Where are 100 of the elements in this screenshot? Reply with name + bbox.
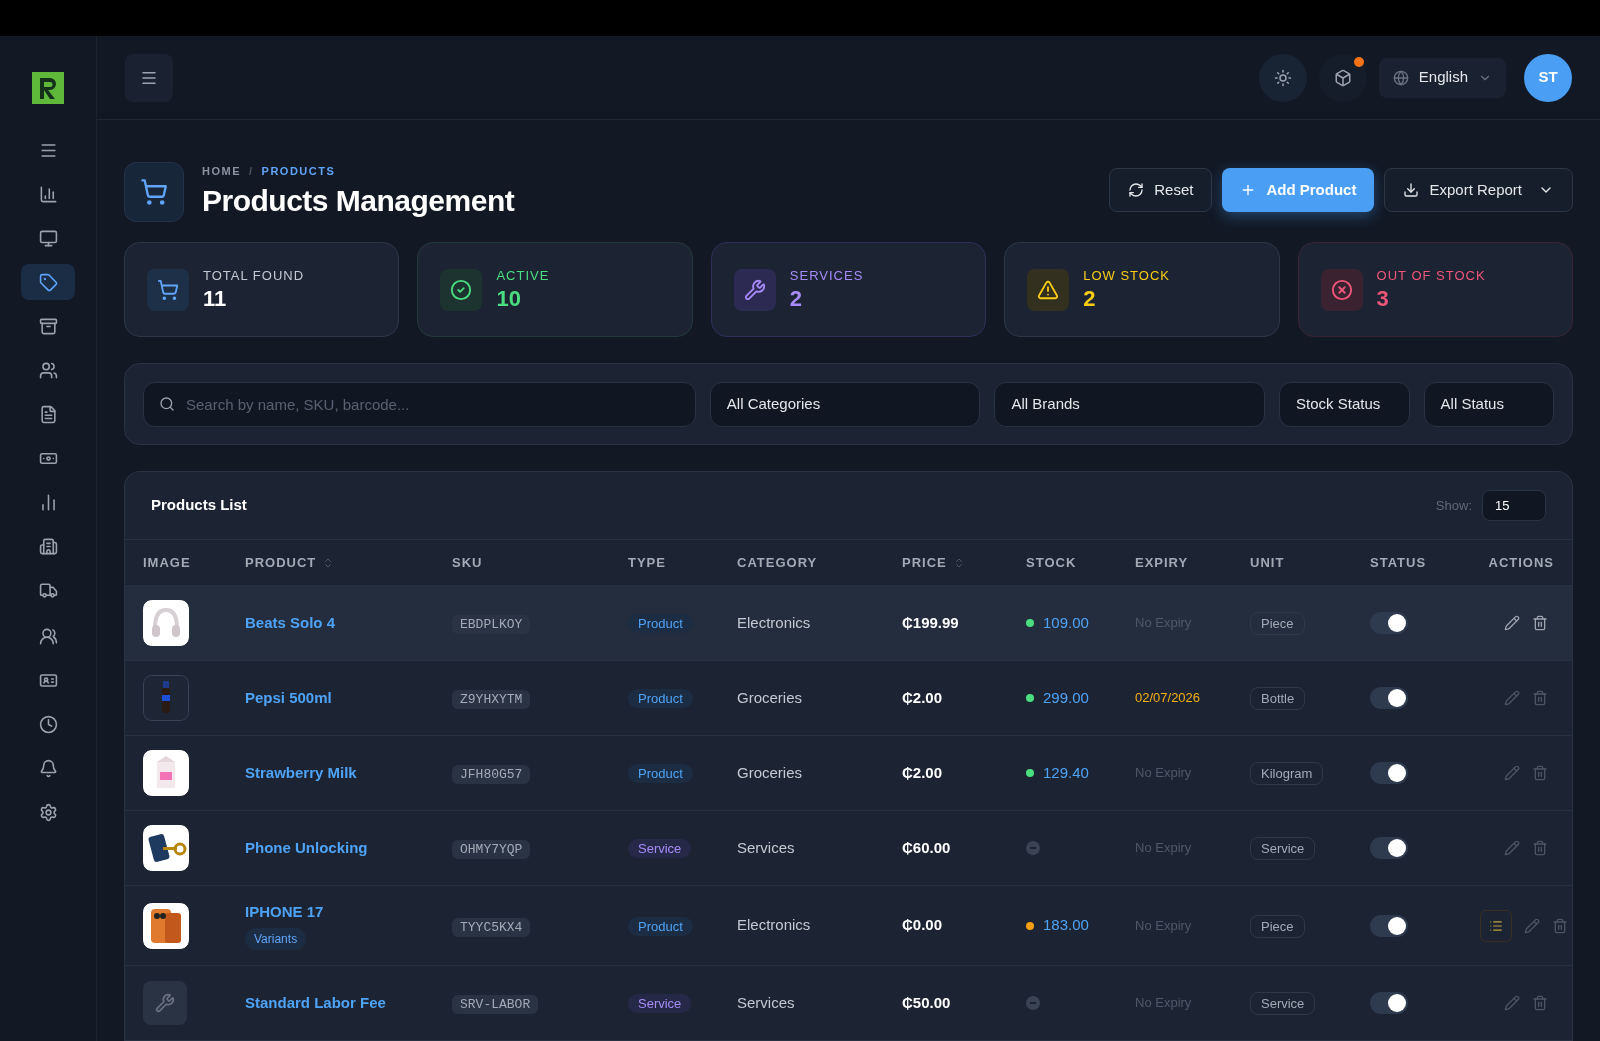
filter-select[interactable]: Stock Status: [1279, 381, 1410, 427]
pencil-icon: [1524, 917, 1540, 934]
expiry-text: 02/07/2026: [1135, 689, 1201, 708]
status-toggle[interactable]: [1370, 612, 1408, 634]
column-header: ACTIONS: [1488, 553, 1554, 572]
price-text: ₵2.00: [902, 687, 943, 708]
chart-icon: [38, 184, 58, 204]
delete-button[interactable]: [1532, 615, 1548, 631]
category-text: Services: [737, 837, 795, 858]
cart-icon: [147, 268, 189, 311]
column-header: IMAGE: [143, 553, 191, 572]
users-icon: [38, 360, 58, 380]
unit-tag: Service: [1250, 992, 1316, 1015]
sku-code: TYYC5KX4: [452, 917, 531, 937]
stock-text: 183.00: [1043, 915, 1089, 936]
stat-value: 2: [789, 285, 804, 314]
page-size-select[interactable]: 15: [1482, 490, 1546, 521]
search-field[interactable]: Search by name, SKU, barcode...: [143, 381, 696, 427]
stat-value: 3: [1376, 285, 1390, 314]
column-header: TYPE: [628, 553, 666, 572]
page-title: Products Management: [202, 183, 515, 220]
filter-select[interactable]: All Brands: [994, 381, 1266, 427]
variants-tag[interactable]: Variants: [245, 927, 307, 950]
stock-text: 109.00: [1043, 612, 1089, 633]
monitor-icon: [38, 228, 58, 248]
status-toggle[interactable]: [1370, 837, 1408, 859]
column-header: STATUS: [1370, 553, 1427, 572]
column-header[interactable]: PRODUCT: [245, 552, 317, 573]
refresh-icon: [1128, 182, 1145, 198]
building-icon: [38, 536, 58, 556]
cube-icon: [1333, 68, 1352, 87]
stat-value: 10: [496, 285, 522, 314]
trash-icon: [1532, 840, 1548, 856]
type-tag: Product: [628, 614, 693, 633]
category-text: Electronics: [737, 612, 811, 633]
warning-icon: [1027, 268, 1070, 311]
unit-tag: Service: [1250, 837, 1316, 860]
tag-icon: [38, 272, 58, 292]
bell-icon: [38, 758, 58, 778]
unit-tag: Piece: [1250, 612, 1305, 635]
product-name-link[interactable]: Standard Labor Fee: [245, 991, 386, 1015]
product-name-link[interactable]: Strawberry Milk: [245, 761, 357, 785]
stat-label: LOW STOCK: [1083, 266, 1170, 285]
list-icon: [1489, 918, 1503, 933]
menu-button[interactable]: [125, 53, 173, 102]
variants-button[interactable]: [1480, 909, 1512, 942]
edit-button[interactable]: [1504, 615, 1520, 631]
table-title: Products List: [151, 495, 247, 516]
pencil-icon: [1504, 995, 1520, 1011]
unit-tag: Bottle: [1250, 687, 1306, 710]
pencil-icon: [1504, 840, 1520, 856]
cart-icon: [124, 162, 184, 222]
wrench-icon: [143, 981, 187, 1025]
clock-icon: [38, 714, 58, 734]
sku-code: Z9YHXYTM: [452, 690, 531, 709]
trash-icon: [1532, 765, 1548, 781]
pencil-icon: [1504, 765, 1520, 781]
globe-icon: [1392, 69, 1409, 86]
product-name-link[interactable]: IPHONE 17: [245, 901, 324, 924]
filter-select[interactable]: All Categories: [709, 381, 981, 427]
column-header[interactable]: PRICE: [902, 552, 947, 573]
sku-code: EBDPLKOY: [452, 615, 531, 634]
table-row[interactable]: Pepsi 500ml Z9YHXYTM Product Groceries ₵2.00 299.00 02/07/2026 Bottle: [125, 661, 1572, 736]
status-toggle[interactable]: [1370, 992, 1408, 1014]
price-text: ₵50.00: [902, 992, 951, 1013]
product-name-link[interactable]: Beats Solo 4: [245, 611, 336, 635]
type-tag: Product: [628, 764, 693, 783]
product-name-link[interactable]: Phone Unlocking: [245, 836, 368, 860]
breadcrumb-link[interactable]: PRODUCTS: [261, 162, 336, 180]
category-text: Groceries: [737, 762, 803, 783]
stock-text: 299.00: [1043, 687, 1089, 708]
filter-select[interactable]: All Status: [1423, 381, 1554, 427]
status-toggle[interactable]: [1370, 687, 1408, 709]
column-header: EXPIRY: [1135, 553, 1189, 572]
type-tag: Service: [628, 994, 692, 1013]
stat-label: TOTAL FOUND: [203, 266, 305, 285]
type-tag: Service: [628, 839, 692, 858]
breadcrumb-link[interactable]: HOME: [202, 162, 241, 180]
language-select[interactable]: English: [1378, 57, 1506, 98]
category-text: Services: [737, 992, 795, 1013]
column-header: UNIT: [1250, 553, 1285, 572]
breadcrumb-separator: /: [249, 163, 254, 179]
status-toggle[interactable]: [1370, 914, 1408, 937]
trash-icon: [1532, 995, 1548, 1011]
sidebar-item[interactable]: [21, 264, 75, 300]
export-button[interactable]: Export Report: [1384, 168, 1573, 212]
search-icon: [159, 395, 175, 412]
stat-label: SERVICES: [789, 266, 864, 285]
truck-icon: [38, 580, 58, 600]
settings-icon: [38, 802, 58, 822]
document-icon: [38, 404, 58, 424]
status-toggle[interactable]: [1370, 762, 1408, 784]
trash-icon: [1532, 690, 1548, 706]
reset-button[interactable]: Reset: [1109, 168, 1213, 212]
trash-icon: [1532, 615, 1548, 631]
archive-icon: [38, 316, 58, 336]
pencil-icon: [1504, 690, 1520, 706]
column-header: CATEGORY: [737, 553, 818, 572]
type-tag: Product: [628, 916, 693, 936]
product-name-link[interactable]: Pepsi 500ml: [245, 686, 332, 710]
